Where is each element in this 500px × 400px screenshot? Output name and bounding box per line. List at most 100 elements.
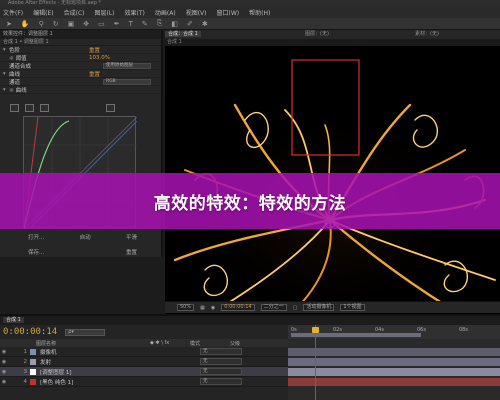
tab-composition[interactable]: 合成：合成 1	[165, 31, 201, 37]
layer-duration-bar[interactable]	[288, 348, 500, 356]
curve-expand-icon[interactable]	[40, 104, 49, 112]
layer-row-selected[interactable]: ◉ 3 [调整图层 1] 无	[0, 367, 288, 377]
playhead-line[interactable]	[315, 325, 316, 400]
column-source-name[interactable]: 图层名称	[36, 340, 150, 347]
property-name: 通道	[9, 79, 21, 86]
curves-button-row-2: 保存... 重置	[25, 249, 140, 257]
title-banner: 高效的特效：特效的方法	[0, 173, 500, 229]
parent-dropdown[interactable]: 无	[200, 348, 242, 355]
views-dropdown[interactable]: 1个视图	[340, 304, 365, 311]
timeline-timecode[interactable]: 0:00:00:14	[3, 327, 57, 337]
reset-link[interactable]: 重置	[89, 70, 100, 78]
tab-timeline-comp[interactable]: 合成 1	[3, 317, 24, 323]
menu-window[interactable]: 窗口(W)	[216, 8, 239, 17]
pan-tool-icon[interactable]: ✥	[83, 20, 89, 28]
mask-tool-icon[interactable]: ▭	[98, 20, 105, 28]
menu-layer[interactable]: 图层(L)	[95, 8, 115, 17]
menu-animation[interactable]: 动画(A)	[155, 8, 176, 17]
curve-point-tool-icon[interactable]	[10, 104, 19, 112]
curve-pencil-tool-icon[interactable]	[25, 104, 34, 112]
channel-dropdown[interactable]: RGB	[103, 78, 151, 85]
smooth-button[interactable]: 平滑	[123, 234, 140, 242]
layer-name[interactable]: 摄像机	[40, 348, 140, 356]
zoom-tool-icon[interactable]: ⚲	[39, 20, 44, 28]
property-name: 色阶	[9, 47, 21, 54]
parent-dropdown[interactable]: 无	[200, 368, 242, 375]
work-area-bar[interactable]	[291, 333, 421, 337]
visibility-eye-icon[interactable]: ◉	[0, 359, 8, 365]
layer-row[interactable]: ◉ 1 摄像机 无	[0, 347, 288, 357]
camera-tool-icon[interactable]: ▣	[68, 20, 75, 28]
puppet-tool-icon[interactable]: ✱	[202, 20, 208, 28]
viewer-controls-bar: 50% ▦ ◉ 0:00:00:14 二分之一 ▢ 活动摄像机 1个视图	[165, 301, 500, 313]
tools-toolbar: ➤ ✋ ⚲ ↻ ▣ ✥ ▭ ✒ T ✎ ⎘ ◧ ✐ ✱	[0, 18, 500, 30]
menu-composition[interactable]: 合成(C)	[64, 8, 85, 17]
column-parent[interactable]: 父级	[230, 340, 240, 347]
visibility-eye-icon[interactable]: ◉	[0, 369, 8, 375]
effect-controls-tab[interactable]: 效果控件：调整图层 1	[0, 30, 161, 39]
auto-button[interactable]: 自动	[77, 234, 94, 242]
property-value[interactable]: 103.0%	[89, 55, 110, 61]
zoom-dropdown[interactable]: 50%	[177, 304, 195, 311]
channel-composite-dropdown[interactable]: 使用原始图层	[103, 62, 151, 69]
layer-color-swatch[interactable]	[30, 358, 36, 365]
tab-footage[interactable]: 素材：(无)	[415, 30, 439, 39]
menu-edit[interactable]: 编辑(E)	[33, 8, 53, 17]
column-switches: ◆ ✱ \ fx	[150, 340, 170, 346]
hand-tool-icon[interactable]: ✋	[21, 20, 30, 28]
layer-name[interactable]: 发射	[40, 358, 140, 366]
column-mode[interactable]: 模式	[190, 340, 230, 347]
tab-layer[interactable]: 图层：(无)	[305, 30, 329, 39]
curve-tool-buttons	[10, 104, 115, 112]
empty-slot	[82, 249, 88, 257]
camera-snapshot-icon[interactable]: ◉	[211, 305, 215, 311]
save-button[interactable]: 保存...	[25, 249, 47, 257]
text-tool-icon[interactable]: T	[129, 20, 133, 28]
menu-file[interactable]: 文件(F)	[3, 8, 23, 17]
layer-track	[288, 377, 500, 387]
grid-icon[interactable]: ▦	[200, 305, 205, 311]
brush-tool-icon[interactable]: ✎	[142, 20, 148, 28]
layer-number: 2	[23, 358, 28, 365]
eraser-tool-icon[interactable]: ◧	[171, 20, 178, 28]
playhead-handle[interactable]	[312, 327, 319, 333]
camera-dropdown[interactable]: 活动摄像机	[303, 304, 335, 311]
layer-name[interactable]: [调整图层 1]	[40, 368, 140, 376]
clone-tool-icon[interactable]: ⎘	[157, 19, 163, 28]
curve-options-icon[interactable]	[106, 104, 115, 112]
viewer-tabs: 合成：合成 1 图层：(无) 素材：(无)	[165, 30, 500, 39]
layer-duration-bar[interactable]	[288, 378, 500, 386]
composition-viewer[interactable]: 合成：合成 1 图层：(无) 素材：(无) 合成 1	[165, 30, 500, 314]
reset-link[interactable]: 重置	[89, 46, 100, 54]
layer-row[interactable]: ◉ 4 [黑色 纯色 1] 无	[0, 377, 288, 387]
visibility-eye-icon[interactable]: ◉	[0, 379, 8, 385]
pen-tool-icon[interactable]: ✒	[114, 20, 120, 28]
property-row-curves[interactable]: ▾ ☼ 曲线	[0, 86, 161, 94]
viewer-subtab[interactable]: 合成 1	[165, 39, 500, 46]
time-ruler[interactable]: 0s 02s 04s 06s 08s	[288, 325, 500, 339]
menu-view[interactable]: 视图(V)	[186, 8, 207, 17]
rotate-tool-icon[interactable]: ↻	[53, 20, 59, 28]
select-tool-icon[interactable]: ➤	[6, 20, 12, 28]
layer-name[interactable]: [黑色 纯色 1]	[40, 378, 140, 386]
resolution-dropdown[interactable]: 二分之一	[260, 304, 287, 311]
layer-duration-bar[interactable]	[288, 358, 500, 366]
layer-color-swatch[interactable]	[30, 368, 36, 375]
menu-help[interactable]: 帮助(H)	[249, 8, 270, 17]
menu-bar: 文件(F) 编辑(E) 合成(C) 图层(L) 效果(T) 动画(A) 视图(V…	[0, 6, 500, 18]
roto-tool-icon[interactable]: ✐	[187, 20, 193, 28]
layer-duration-bar[interactable]	[288, 368, 500, 376]
parent-dropdown[interactable]: 无	[200, 378, 242, 385]
layer-color-swatch[interactable]	[30, 348, 36, 355]
open-button[interactable]: 打开...	[25, 234, 47, 242]
timeline-track-area[interactable]: 0s 02s 04s 06s 08s	[288, 325, 500, 400]
layer-row[interactable]: ◉ 2 发射 无	[0, 357, 288, 367]
layer-search-input[interactable]: ρ▾	[65, 328, 106, 336]
menu-effect[interactable]: 效果(T)	[125, 8, 145, 17]
reset-button[interactable]: 重置	[123, 249, 140, 257]
viewer-timecode[interactable]: 0:00:00:14	[221, 304, 255, 311]
layer-color-swatch[interactable]	[30, 378, 36, 385]
region-icon[interactable]: ▢	[293, 305, 298, 311]
visibility-eye-icon[interactable]: ◉	[0, 349, 8, 355]
parent-dropdown[interactable]: 无	[200, 358, 242, 365]
